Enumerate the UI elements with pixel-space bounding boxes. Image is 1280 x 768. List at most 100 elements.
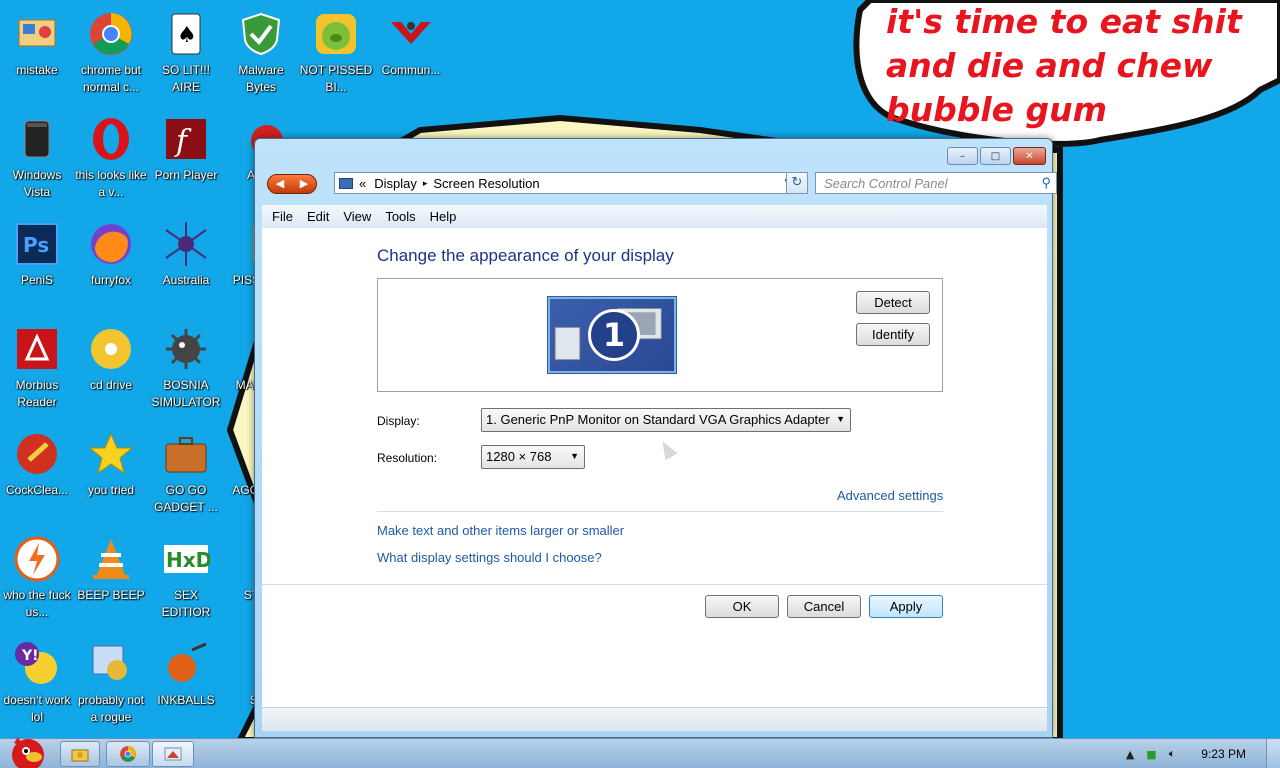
monitor-number: 1 (588, 309, 640, 361)
system-tray: ▲ ■ 🔈︎ 9:23 PM (1114, 739, 1280, 768)
detect-button[interactable]: Detect (856, 291, 930, 314)
desktop-icon-cockclea[interactable]: CockClea... (0, 426, 74, 526)
desktop-icon-so-lit[interactable]: ♠ SO LIT!!! AIRE (149, 6, 223, 106)
identify-button[interactable]: Identify (856, 323, 930, 346)
resolution-select[interactable]: 1280 × 768 ▼ (481, 445, 585, 469)
desktop-icon-morbius-reader[interactable]: Morbius Reader (0, 321, 74, 421)
display-settings-help-link[interactable]: What display settings should I choose? (377, 550, 602, 565)
desktop-icon-cd-drive[interactable]: cd drive (74, 321, 148, 421)
navigation-bar: ◀ ▶ « Display ▸ Screen Resolution ▾ ↻ Se… (267, 172, 1057, 196)
desktop-icon-malware-bytes[interactable]: Malware Bytes (224, 6, 298, 106)
screen-resolution-window: – □ ✕ ◀ ▶ « Display ▸ Screen Resolution … (254, 138, 1057, 738)
cd-icon (91, 329, 131, 369)
desktop-icon-mistake[interactable]: mistake (0, 6, 74, 106)
control-panel-icon (339, 177, 353, 189)
start-button-angry-bird-icon[interactable] (4, 731, 48, 768)
svg-text:Y!: Y! (21, 648, 39, 664)
address-overflow-icon[interactable]: « (359, 176, 366, 191)
desktop-icon-not-pissed[interactable]: NOT PISSED BI... (299, 6, 373, 106)
apply-button[interactable]: Apply (869, 595, 943, 618)
window-controls: – □ ✕ (947, 147, 1046, 165)
minimize-button[interactable]: – (947, 147, 978, 165)
taskbar-control-panel[interactable] (152, 741, 194, 767)
taskbar-chrome[interactable] (106, 741, 150, 767)
briefcase-icon (165, 437, 207, 473)
display-select-value: 1. Generic PnP Monitor on Standard VGA G… (486, 412, 830, 427)
spider-solitaire-icon (165, 222, 207, 266)
svg-text:HxD: HxD (166, 548, 210, 572)
forward-arrow-icon[interactable]: ▶ (292, 175, 316, 193)
desktop-icon-doesnt-work[interactable]: Y! doesn't work lol (0, 636, 74, 736)
breadcrumb-screen-resolution[interactable]: Screen Resolution (433, 176, 539, 191)
monitor-1-thumbnail[interactable]: 1 (548, 297, 676, 373)
menu-file[interactable]: File (272, 209, 293, 224)
desktop-icon-commun[interactable]: Commun... (374, 6, 448, 106)
flash-icon: f (166, 119, 206, 159)
bad-piggies-icon (316, 14, 356, 54)
cancel-button[interactable]: Cancel (787, 595, 861, 618)
show-hidden-icon[interactable]: ▲ (1126, 748, 1134, 761)
firefox-icon (91, 224, 131, 264)
page-title: Change the appearance of your display (377, 246, 674, 265)
desktop-icon-probably[interactable]: probably not a rogue (74, 636, 148, 736)
desktop-icon-who-the[interactable]: who the fuck us... (0, 531, 74, 631)
desktop-icon-windows-vista[interactable]: Windows Vista (0, 111, 74, 211)
taskbar: ▲ ■ 🔈︎ 9:23 PM (0, 737, 1280, 768)
display-select[interactable]: 1. Generic PnP Monitor on Standard VGA G… (481, 408, 851, 432)
menu-help[interactable]: Help (430, 209, 457, 224)
chevron-down-icon: ▼ (570, 451, 579, 461)
clock[interactable]: 9:23 PM (1201, 747, 1246, 761)
refresh-icon[interactable]: ↻ (786, 172, 808, 194)
explorer-icon (71, 749, 89, 762)
menu-tools[interactable]: Tools (385, 209, 415, 224)
volume-icon[interactable]: 🔈︎ (1169, 747, 1176, 761)
advanced-settings-link[interactable]: Advanced settings (837, 488, 943, 503)
text-size-link[interactable]: Make text and other items larger or smal… (377, 523, 624, 538)
desktop-icon-beep-beep[interactable]: BEEP BEEP (74, 531, 148, 631)
desktop-icon-sex-editior[interactable]: HxD SEX EDITIOR (149, 531, 223, 631)
desktop-icon-inkballs[interactable]: INKBALLS (149, 636, 223, 736)
search-input[interactable]: Search Control Panel ⚲ (815, 172, 1057, 194)
desktop-icon-porn-player[interactable]: f Porn Player (149, 111, 223, 211)
hammer-sickle-icon (391, 22, 431, 44)
display-preview: 1 Detect Identify (377, 278, 943, 392)
menu-bar: File Edit View Tools Help (262, 205, 1047, 227)
lightning-icon (14, 536, 60, 582)
search-icon[interactable]: ⚲ (1041, 175, 1051, 191)
desktop-icon-opera[interactable]: this looks like a v... (74, 111, 148, 211)
maximize-button[interactable]: □ (980, 147, 1011, 165)
close-button[interactable]: ✕ (1013, 147, 1046, 165)
solitaire-icon: ♠ (171, 13, 201, 55)
opera-icon (93, 118, 129, 160)
svg-text:Ps: Ps (23, 233, 49, 257)
divider (262, 584, 1047, 585)
display-label: Display: (377, 414, 420, 428)
ok-button[interactable]: OK (705, 595, 779, 618)
network-icon[interactable]: ■ (1146, 748, 1156, 761)
status-bar (262, 707, 1047, 731)
address-bar[interactable]: « Display ▸ Screen Resolution ▾ (334, 172, 796, 194)
chrome-icon (90, 13, 132, 55)
search-placeholder: Search Control Panel (824, 176, 948, 191)
menu-view[interactable]: View (343, 209, 371, 224)
ccleaner-icon (17, 434, 57, 474)
resolution-label: Resolution: (377, 451, 438, 465)
desktop-icon-australia[interactable]: Australia (149, 216, 223, 316)
menu-edit[interactable]: Edit (307, 209, 329, 224)
shield-icon (241, 12, 281, 56)
show-desktop-button[interactable] (1266, 739, 1280, 768)
back-arrow-icon[interactable]: ◀ (268, 175, 292, 193)
trash-bin-icon (24, 120, 50, 158)
desktop-icon-go-go-gadget[interactable]: GO GO GADGET ... (149, 426, 223, 526)
desktop-icon-bosnia[interactable]: BOSNIA SIMULATOR (149, 321, 223, 421)
vlc-icon (93, 539, 129, 579)
desktop-icon-you-tried[interactable]: you tried (74, 426, 148, 526)
desktop-icon-chrome[interactable]: chrome but normal c... (74, 6, 148, 106)
taskbar-explorer[interactable] (60, 741, 100, 767)
program-icon (18, 19, 56, 47)
breadcrumb-separator-icon[interactable]: ▸ (423, 178, 428, 189)
chrome-icon (120, 746, 136, 762)
breadcrumb-display[interactable]: Display (374, 176, 417, 191)
desktop-icon-furryfox[interactable]: furryfox (74, 216, 148, 316)
desktop-icon-penis[interactable]: Ps PeniS (0, 216, 74, 316)
